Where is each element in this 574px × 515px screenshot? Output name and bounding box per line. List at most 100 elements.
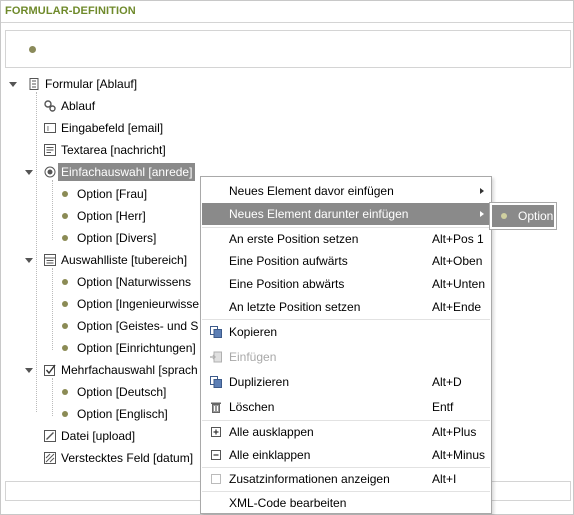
menu-item-label: Duplizieren [229, 375, 290, 389]
menu-item-shortcut: Alt+I [432, 472, 457, 486]
menu-item-label: An letzte Position setzen [229, 300, 361, 314]
panel-header: FORMULAR-DEFINITION [1, 1, 573, 23]
tree-node-label: Mehrfachauswahl [sprach [61, 363, 198, 377]
option-bullet-icon [62, 235, 68, 241]
menu-item-edit-xml[interactable]: XML-Code bearbeiten [202, 492, 490, 514]
option-bullet-icon [501, 213, 507, 219]
menu-item-label: XML-Code bearbeiten [229, 496, 347, 510]
tree-node-label: Option [Naturwissens [77, 275, 192, 289]
tree-node-label: Option [Divers] [77, 231, 157, 245]
menu-item-paste[interactable]: Einfügen [202, 346, 490, 368]
option-bullet-icon [62, 213, 68, 219]
expand-toggle-icon[interactable] [24, 167, 34, 177]
tree-connector [36, 92, 37, 412]
paste-icon [210, 351, 222, 363]
menu-item-label: Einfügen [229, 350, 277, 364]
form-document-icon [29, 78, 39, 90]
checkbox-icon [44, 364, 56, 376]
option-bullet-icon [62, 301, 68, 307]
tree-node-label: Option [Herr] [77, 209, 146, 223]
menu-item-shortcut: Entf [432, 400, 454, 414]
text-input-icon: I [44, 123, 56, 133]
menu-item-show-info[interactable]: Zusatzinformationen anzeigen Alt+I [202, 468, 490, 490]
duplicate-icon [210, 376, 222, 388]
hidden-field-icon [44, 452, 56, 464]
submenu-arrow-icon [480, 188, 484, 194]
tree-node-label: Option [Englisch] [77, 407, 168, 421]
menu-item-first-position[interactable]: An erste Position setzen Alt+Pos 1 [202, 228, 490, 250]
expand-toggle-icon[interactable] [24, 255, 34, 265]
menu-item-collapse-all[interactable]: Alle einklappen Alt+Minus [202, 444, 490, 466]
menu-item-insert-before[interactable]: Neues Element davor einfügen [202, 180, 490, 202]
menu-separator [202, 319, 490, 320]
menu-item-shortcut: Alt+Oben [432, 254, 483, 268]
menu-item-label: Alle einklappen [229, 448, 311, 462]
panel-title: FORMULAR-DEFINITION [5, 5, 136, 17]
tree-node-label: Option [Frau] [77, 187, 148, 201]
menu-item-label: Eine Position aufwärts [229, 254, 348, 268]
option-bullet-icon [62, 323, 68, 329]
tree-node-label: Option [Geistes- und S [77, 319, 199, 333]
menu-item-move-down[interactable]: Eine Position abwärts Alt+Unten [202, 273, 490, 295]
option-bullet-icon [62, 389, 68, 395]
tree-node-label: Ablauf [61, 99, 96, 113]
submenu-item-label: Option [518, 209, 554, 223]
menu-item-label: Neues Element darunter einfügen [229, 207, 409, 221]
tree-node-label: Formular [Ablauf] [45, 77, 138, 91]
collapse-minus-icon [211, 450, 221, 460]
submenu-arrow-icon [480, 211, 484, 217]
menu-item-shortcut: Alt+Ende [432, 300, 482, 314]
menu-item-duplicate[interactable]: Duplizieren Alt+D [202, 371, 490, 393]
menu-item-label: Alle ausklappen [229, 425, 314, 439]
menu-item-delete[interactable]: Löschen Entf [202, 396, 490, 418]
expand-plus-icon [211, 427, 221, 437]
tree-node-label: Auswahlliste [tubereich] [61, 253, 188, 267]
menu-item-shortcut: Alt+Minus [432, 448, 486, 462]
context-menu: Neues Element davor einfügen Neues Eleme… [200, 176, 492, 514]
tree-node-label: Textarea [nachricht] [61, 143, 166, 157]
checkbox-unchecked-icon[interactable] [210, 473, 222, 485]
menu-item-shortcut: Alt+Plus [432, 425, 477, 439]
menu-item-label: Löschen [229, 400, 275, 414]
textarea-icon [44, 144, 56, 156]
submenu-insert-below: Option [489, 202, 557, 230]
file-upload-icon [44, 430, 56, 442]
workflow-gears-icon [44, 100, 56, 112]
tree-node-label: Option [Ingenieurwisse [77, 297, 200, 311]
menu-item-copy[interactable]: Kopieren [202, 321, 490, 343]
option-bullet-icon [62, 279, 68, 285]
menu-item-shortcut: Alt+Unten [432, 277, 486, 291]
menu-item-shortcut: Alt+D [432, 375, 462, 389]
select-list-icon [44, 254, 56, 266]
menu-item-move-up[interactable]: Eine Position aufwärts Alt+Oben [202, 250, 490, 272]
menu-item-shortcut: Alt+Pos 1 [432, 232, 484, 246]
menu-item-expand-all[interactable]: Alle ausklappen Alt+Plus [202, 421, 490, 443]
menu-item-label: Kopieren [229, 325, 278, 339]
tree-node-label: Verstecktes Feld [datum] [61, 451, 194, 465]
option-bullet-icon [62, 345, 68, 351]
menu-item-last-position[interactable]: An letzte Position setzen Alt+Ende [202, 296, 490, 318]
tree-connector [52, 180, 53, 240]
tree-connector [52, 268, 53, 350]
toolbar-handle-icon[interactable] [29, 46, 36, 53]
svg-text:I: I [47, 126, 49, 133]
tree-node-label: Eingabefeld [email] [61, 121, 164, 135]
toolbar [5, 30, 571, 68]
tree-node-label: Datei [upload] [61, 429, 136, 443]
option-bullet-icon [62, 191, 68, 197]
radio-button-icon [44, 166, 56, 178]
tree-connector [52, 378, 53, 416]
tree-node-label-selected: Einfachauswahl [anrede] [58, 163, 196, 181]
trash-icon [211, 402, 221, 413]
expand-toggle-icon[interactable] [8, 79, 18, 89]
menu-item-insert-below[interactable]: Neues Element darunter einfügen [202, 203, 490, 225]
expand-toggle-icon[interactable] [24, 365, 34, 375]
menu-item-label: Zusatzinformationen anzeigen [229, 472, 390, 486]
menu-item-label: Neues Element davor einfügen [229, 184, 394, 198]
option-bullet-icon [62, 411, 68, 417]
submenu-item-option[interactable]: Option [492, 205, 554, 227]
tree-node-label: Option [Deutsch] [77, 385, 167, 399]
menu-item-label: Eine Position abwärts [229, 277, 345, 291]
menu-item-label: An erste Position setzen [229, 232, 359, 246]
copy-icon [210, 326, 222, 338]
